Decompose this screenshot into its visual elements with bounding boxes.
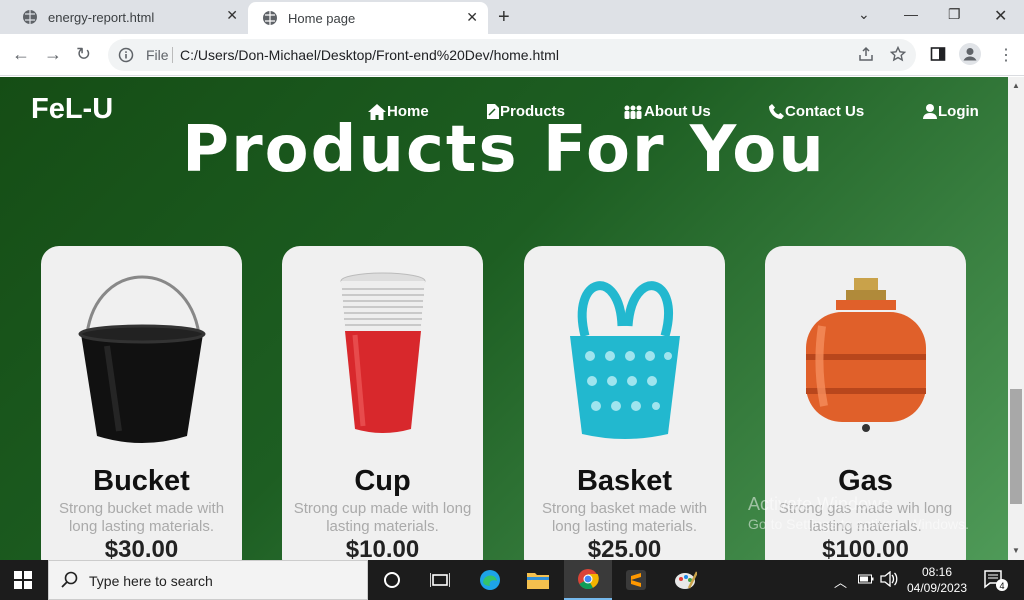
product-price: $10.00 — [345, 536, 420, 560]
tab-title: energy-report.html — [48, 9, 155, 25]
product-name: Bucket — [93, 465, 190, 497]
product-price: $25.00 — [587, 536, 662, 560]
restore-button[interactable]: ❐ — [948, 6, 961, 23]
product-description: Strong cup made with long lasting materi… — [293, 500, 472, 535]
address-bar[interactable]: File C:/Users/Don-Michael/Desktop/Front-… — [108, 39, 916, 71]
browser-toolbar: ← → ↻ File C:/Users/Don-Michael/Desktop/… — [0, 34, 1024, 76]
clock-date: 04/09/2023 — [906, 581, 968, 595]
product-price: $100.00 — [822, 536, 909, 560]
chrome-browser-icon[interactable] — [564, 560, 612, 600]
web-page: FeL-U Home Products About Us Contact Us … — [0, 77, 1008, 560]
product-description: Strong bucket made with long lasting mat… — [58, 500, 225, 535]
bookmark-star-icon[interactable] — [889, 45, 907, 67]
product-card-bucket[interactable]: Bucket Strong bucket made with long last… — [41, 246, 242, 560]
battery-icon[interactable] — [858, 573, 874, 588]
search-placeholder: Type here to search — [89, 573, 213, 589]
globe-icon — [262, 10, 278, 26]
cup-image — [282, 256, 483, 456]
divider — [172, 47, 173, 63]
scheme-label: File — [146, 47, 169, 63]
product-card-cup[interactable]: Cup Strong cup made with long lasting ma… — [282, 246, 483, 560]
profile-avatar[interactable] — [959, 43, 981, 70]
tab-search-icon[interactable]: ⌄ — [858, 6, 870, 23]
volume-icon[interactable] — [880, 570, 898, 590]
sublime-text-icon[interactable] — [612, 560, 660, 600]
taskbar-search-input[interactable]: Type here to search — [48, 560, 368, 600]
activate-windows-watermark: Activate Windows — [748, 494, 891, 514]
notification-count: 4 — [999, 581, 1004, 591]
close-icon[interactable]: ✕ — [466, 9, 478, 26]
product-name: Basket — [576, 465, 673, 497]
back-button[interactable]: ← — [12, 44, 30, 65]
edge-browser-icon[interactable] — [466, 560, 514, 600]
product-description: Strong basket made with long lasting mat… — [541, 500, 708, 535]
windows-start-icon[interactable] — [14, 571, 32, 594]
side-panel-icon[interactable] — [930, 46, 946, 67]
task-view-icon[interactable] — [416, 560, 464, 600]
scroll-up-arrow-icon[interactable]: ▲ — [1012, 81, 1020, 90]
tab-home-page[interactable]: Home page ✕ — [248, 2, 488, 34]
info-icon[interactable] — [118, 47, 134, 68]
url-text[interactable]: C:/Users/Don-Michael/Desktop/Front-end%2… — [180, 47, 559, 63]
window-close-button[interactable]: ✕ — [994, 6, 1007, 26]
minimize-button[interactable]: — — [904, 6, 918, 22]
activate-windows-subtext: Go to Settings to activate Windows. — [748, 516, 969, 532]
product-price: $30.00 — [104, 536, 179, 560]
tab-energy-report[interactable]: energy-report.html ✕ — [8, 0, 248, 34]
product-name: Cup — [354, 465, 411, 497]
windows-taskbar: Type here to search ︿ 08:16 04/09/2023 4 — [0, 560, 1024, 600]
search-icon — [61, 571, 79, 594]
share-icon[interactable] — [858, 46, 874, 67]
basket-image — [524, 256, 725, 456]
clock-time: 08:16 — [921, 565, 953, 579]
paint-app-icon[interactable] — [662, 560, 710, 600]
tab-title: Home page — [288, 10, 356, 26]
page-scrollbar[interactable]: ▲ ▼ — [1008, 77, 1024, 560]
show-hidden-icons-chevron-icon[interactable]: ︿ — [834, 572, 847, 591]
system-clock[interactable]: 08:16 04/09/2023 — [906, 564, 968, 596]
gas-cylinder-image — [765, 256, 966, 456]
browser-tab-strip: energy-report.html ✕ Home page ✕ + ⌄ — ❐… — [0, 0, 1024, 34]
menu-icon[interactable]: ⋮ — [998, 45, 1014, 65]
task-view-cortana-icon[interactable] — [368, 560, 416, 600]
file-explorer-icon[interactable] — [514, 560, 562, 600]
close-icon[interactable]: ✕ — [226, 7, 238, 24]
hero-title: Products For You — [182, 113, 826, 187]
scroll-down-arrow-icon[interactable]: ▼ — [1012, 546, 1020, 555]
globe-icon — [22, 9, 38, 25]
new-tab-button[interactable]: + — [498, 6, 510, 29]
scrollbar-thumb[interactable] — [1010, 389, 1022, 504]
reload-button[interactable]: ↻ — [76, 44, 91, 65]
forward-button[interactable]: → — [44, 44, 62, 65]
notification-center-icon[interactable]: 4 — [984, 570, 1008, 597]
product-card-basket[interactable]: Basket Strong basket made with long last… — [524, 246, 725, 560]
bucket-image — [41, 256, 242, 456]
